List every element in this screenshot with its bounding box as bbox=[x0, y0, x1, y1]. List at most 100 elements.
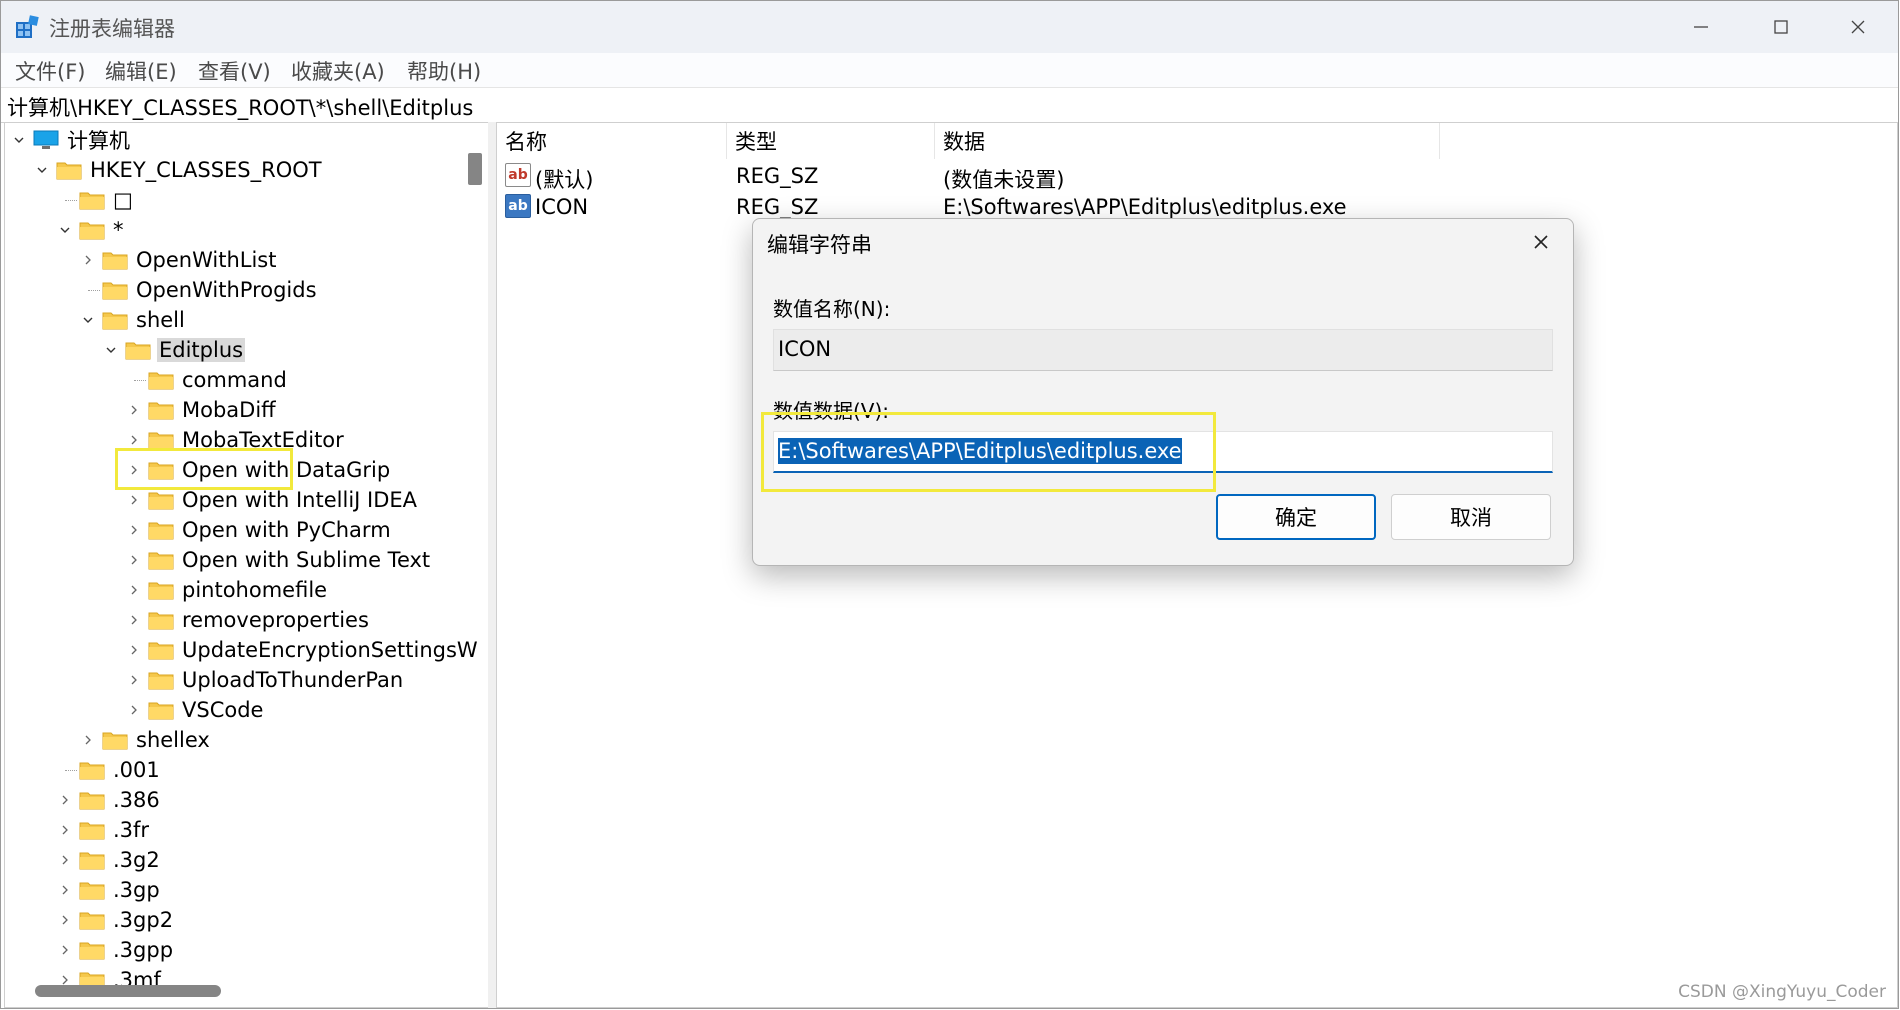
tree-item[interactable]: UploadToThunderPan bbox=[124, 665, 405, 695]
chevron-right-icon[interactable] bbox=[78, 730, 98, 750]
tree-item[interactable]: VSCode bbox=[124, 695, 265, 725]
tree-item[interactable]: Open with PyCharm bbox=[124, 515, 393, 545]
chevron-right-icon[interactable] bbox=[55, 910, 75, 930]
tree-item[interactable]: shell bbox=[78, 305, 187, 335]
folder-icon bbox=[79, 790, 105, 810]
folder-icon bbox=[148, 370, 174, 390]
tree-item[interactable]: * bbox=[55, 215, 126, 245]
chevron-down-icon[interactable] bbox=[55, 220, 75, 240]
tree-item-label: Open with IntelliJ IDEA bbox=[182, 488, 418, 512]
minimize-button[interactable] bbox=[1661, 1, 1741, 53]
folder-icon bbox=[79, 220, 105, 240]
address-path[interactable]: 计算机\HKEY_CLASSES_ROOT\*\shell\Editplus bbox=[7, 92, 473, 122]
tree-vertical-scrollbar[interactable] bbox=[468, 153, 482, 185]
folder-icon bbox=[148, 430, 174, 450]
chevron-right-icon[interactable] bbox=[55, 820, 75, 840]
address-bar[interactable]: 计算机\HKEY_CLASSES_ROOT\*\shell\Editplus bbox=[1, 87, 1898, 123]
chevron-right-icon[interactable] bbox=[55, 940, 75, 960]
folder-icon bbox=[79, 760, 105, 780]
menu-favorites[interactable]: 收藏夹(A) bbox=[291, 56, 385, 86]
tree-item[interactable]: OpenWithList bbox=[78, 245, 278, 275]
folder-icon bbox=[148, 670, 174, 690]
chevron-down-icon[interactable] bbox=[9, 130, 29, 150]
chevron-right-icon[interactable] bbox=[124, 640, 144, 660]
folder-icon bbox=[102, 280, 128, 300]
dialog-close-button[interactable] bbox=[1521, 225, 1561, 259]
value-data: (数值未设置) bbox=[943, 168, 1065, 192]
tree-item[interactable]: shellex bbox=[78, 725, 212, 755]
chevron-right-icon[interactable] bbox=[124, 670, 144, 690]
close-icon bbox=[1851, 20, 1865, 34]
column-type[interactable]: 类型 bbox=[727, 123, 935, 159]
maximize-icon bbox=[1774, 20, 1788, 34]
title-bar: 注册表编辑器 bbox=[1, 1, 1898, 53]
tree-item[interactable]: OpenWithProgids bbox=[78, 275, 319, 305]
tree-item[interactable]: .386 bbox=[55, 785, 162, 815]
column-data[interactable]: 数据 bbox=[935, 123, 1440, 159]
chevron-right-icon[interactable] bbox=[124, 490, 144, 510]
value-name-label: 数值名称(N): bbox=[773, 297, 891, 321]
cancel-button[interactable]: 取消 bbox=[1391, 494, 1551, 540]
tree-item-label: shell bbox=[136, 308, 185, 332]
chevron-down-icon[interactable] bbox=[78, 310, 98, 330]
folder-icon bbox=[79, 850, 105, 870]
tree-item[interactable]: 计算机 bbox=[9, 125, 132, 155]
tree-item[interactable]: .3gpp bbox=[55, 935, 175, 965]
tree-item[interactable]: UpdateEncryptionSettingsW bbox=[124, 635, 480, 665]
chevron-right-icon[interactable] bbox=[78, 250, 98, 270]
tree-item[interactable]: Open with Sublime Text bbox=[124, 545, 432, 575]
chevron-right-icon[interactable] bbox=[124, 580, 144, 600]
folder-icon bbox=[125, 340, 151, 360]
folder-icon bbox=[148, 610, 174, 630]
pane-splitter[interactable] bbox=[488, 122, 496, 1008]
tree-item-label: □ bbox=[113, 188, 133, 212]
tree-item-label: OpenWithProgids bbox=[136, 278, 317, 302]
tree-item-label: UpdateEncryptionSettingsW bbox=[182, 638, 478, 662]
chevron-right-icon[interactable] bbox=[124, 610, 144, 630]
close-button[interactable] bbox=[1818, 1, 1898, 53]
maximize-button[interactable] bbox=[1741, 1, 1821, 53]
tree-item-label: * bbox=[113, 218, 124, 242]
tree-item-label: shellex bbox=[136, 728, 210, 752]
tree-item[interactable]: .3g2 bbox=[55, 845, 162, 875]
value-type: REG_SZ bbox=[736, 164, 819, 188]
tree-item[interactable]: .3gp2 bbox=[55, 905, 175, 935]
tree-connector bbox=[65, 770, 77, 771]
tree-item[interactable]: HKEY_CLASSES_ROOT bbox=[32, 155, 324, 185]
tree-item[interactable]: .3gp bbox=[55, 875, 162, 905]
folder-icon bbox=[79, 190, 105, 210]
folder-icon bbox=[79, 820, 105, 840]
chevron-right-icon[interactable] bbox=[124, 550, 144, 570]
chevron-down-icon[interactable] bbox=[101, 340, 121, 360]
tree-item-label: .3fr bbox=[113, 818, 150, 842]
chevron-right-icon[interactable] bbox=[55, 850, 75, 870]
tree-item[interactable]: removeproperties bbox=[124, 605, 371, 635]
chevron-down-icon[interactable] bbox=[32, 160, 52, 180]
menu-view[interactable]: 查看(V) bbox=[198, 56, 271, 86]
key-tree-pane[interactable]: 计算机 HKEY_CLASSES_ROOT □ * OpenWithList OpenWi… bbox=[4, 122, 489, 1008]
value-row-default[interactable]: ab (默认) REG_SZ (数值未设置) bbox=[497, 161, 1797, 192]
tree-item[interactable]: Editplus bbox=[101, 335, 246, 365]
tree-item-label: .001 bbox=[113, 758, 160, 782]
chevron-right-icon[interactable] bbox=[124, 700, 144, 720]
chevron-right-icon[interactable] bbox=[124, 520, 144, 540]
tree-item[interactable]: command bbox=[124, 365, 289, 395]
tree-item[interactable]: .3fr bbox=[55, 815, 151, 845]
menu-edit[interactable]: 编辑(E) bbox=[105, 56, 177, 86]
column-name[interactable]: 名称 bbox=[497, 123, 727, 159]
chevron-right-icon[interactable] bbox=[55, 790, 75, 810]
tree-item[interactable]: MobaDiff bbox=[124, 395, 278, 425]
tree-connector bbox=[65, 200, 77, 201]
folder-icon bbox=[56, 160, 82, 180]
tree-item-label: VSCode bbox=[182, 698, 264, 722]
menu-file[interactable]: 文件(F) bbox=[15, 56, 85, 86]
value-type: REG_SZ bbox=[736, 195, 819, 219]
chevron-right-icon[interactable] bbox=[124, 430, 144, 450]
tree-horizontal-scrollbar[interactable] bbox=[35, 985, 221, 997]
menu-help[interactable]: 帮助(H) bbox=[407, 56, 481, 86]
chevron-right-icon[interactable] bbox=[55, 880, 75, 900]
value-name-field: ICON bbox=[773, 329, 1553, 371]
chevron-right-icon[interactable] bbox=[124, 400, 144, 420]
tree-item[interactable]: pintohomefile bbox=[124, 575, 329, 605]
ok-button[interactable]: 确定 bbox=[1216, 494, 1376, 540]
